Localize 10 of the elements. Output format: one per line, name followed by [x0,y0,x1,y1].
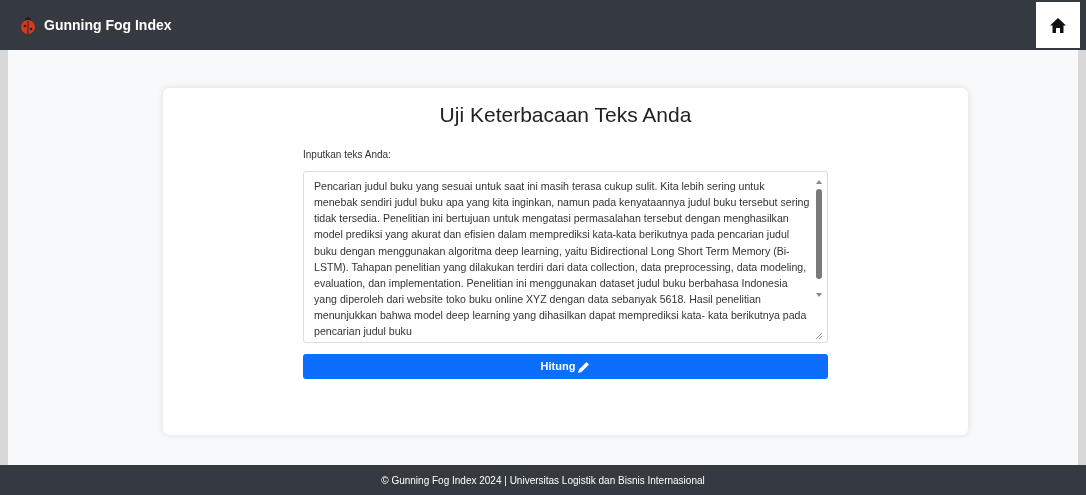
footer-text: © Gunning Fog Index 2024 | Universitas Logistik dan Bisnis Internasional [381,473,705,488]
ladybug-icon [20,16,36,34]
home-icon [1050,17,1066,33]
field-label: Inputkan teks Anda: [303,148,391,163]
pencil-icon [578,360,591,373]
text-area[interactable]: Pencarian judul buku yang sesuai untuk saat ini masih terasa cukup sulit. Kita lebih sering untuk menebak sendiri judul buku apa yang kita inginkan, namun pada kenyataannya judul buku tersebut sering tidak tersedia. Penelitian ini bertujuan untuk mengatasi permasalahan tersebut dengan menghasilkan model prediksi yang akurat dan efisien dalam memprediksi kata-kata berikutnya pada pencarian judul buku dengan menggunakan algoritma deep learning, yaitu Bidirectional Long Short Term Memory (Bi-LSTM). Tahapan penelitian yang dilakukan terdiri dari data collection, data preprocessing, data modeling, evaluation, dan implementation. Penelitian ini menggunakan dataset judul buku berbahasa Indonesia yang diperoleh dari website toko buku online XYZ dengan data sebanyak 5618. Hasil penelitian menunjukkan bahwa model deep learning yang dihasilkan dapat memprediksi kata- kata berikutnya pada pencarian judul buku [303,171,828,344]
brand-title[interactable]: Gunning Fog Index [44,14,172,36]
calculate-button[interactable]: Hitung [303,354,828,380]
home-button[interactable] [1036,2,1080,48]
form-title: Uji Keterbacaan Teks Anda [438,102,693,128]
